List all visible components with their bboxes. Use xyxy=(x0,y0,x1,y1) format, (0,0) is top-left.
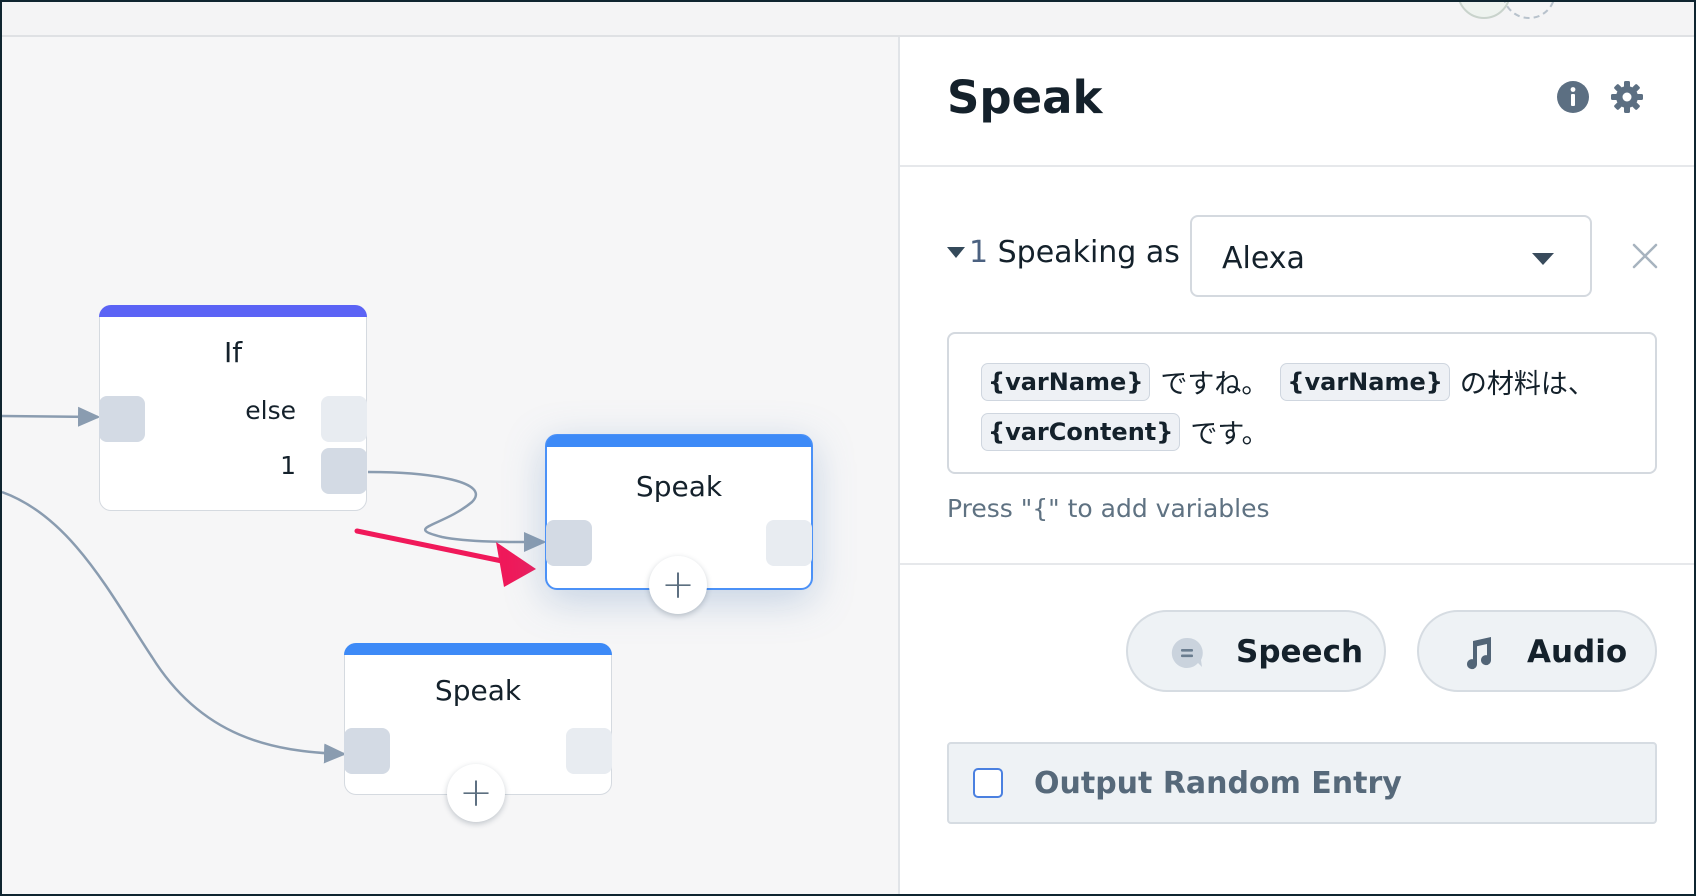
plus-icon: + xyxy=(661,562,695,608)
if-block[interactable]: If else 1 xyxy=(99,305,367,511)
speech-text-editor[interactable]: {varName} ですね。 {varName} の材料は、 {varContent}… xyxy=(947,332,1657,474)
chevron-down-icon xyxy=(1532,253,1554,265)
if-input-port[interactable] xyxy=(99,396,145,442)
speech-text-segment: です。 xyxy=(1190,419,1269,450)
variable-chip[interactable]: {varContent} xyxy=(981,412,1181,451)
speak-input-port[interactable] xyxy=(546,520,592,566)
add-audio-button[interactable]: Audio xyxy=(1417,610,1657,692)
music-note-icon xyxy=(1461,636,1495,670)
speech-line-2: {varContent} です。 xyxy=(981,412,1281,451)
speak-block-accent xyxy=(546,435,812,447)
if-block-accent xyxy=(99,305,367,317)
speech-button-label: Speech xyxy=(1236,634,1364,670)
add-step-button-lower[interactable]: + xyxy=(447,764,505,822)
voice-select[interactable]: Alexa xyxy=(1190,215,1592,297)
speak-block-title: Speak xyxy=(635,470,723,503)
speaking-as-text: Speaking as xyxy=(997,235,1180,270)
connector-if-1-to-speak xyxy=(367,470,547,553)
speak-block-lower-title: Speak xyxy=(434,674,522,707)
add-step-button[interactable]: + xyxy=(649,556,707,614)
speech-text-segment: の材料は、 xyxy=(1459,369,1595,400)
audio-button-label: Audio xyxy=(1527,634,1628,670)
panel-header: Speak xyxy=(900,37,1694,167)
voice-row: 1 Speaking as Alexa xyxy=(947,215,1667,301)
else-output-port[interactable] xyxy=(321,396,367,442)
collapse-caret-icon[interactable] xyxy=(947,247,965,258)
voice-select-value: Alexa xyxy=(1222,241,1305,276)
app-frame: If else 1 Speak + Speak + Speak 1 Speaki… xyxy=(2,2,1694,894)
speak-lower-output-port[interactable] xyxy=(566,728,612,774)
speak-block-lower[interactable]: Speak + xyxy=(344,643,612,822)
variable-chip[interactable]: {varName} xyxy=(1280,362,1450,401)
voice-index: 1 xyxy=(969,235,989,270)
else-branch-label: else xyxy=(245,396,296,425)
top-bar xyxy=(2,2,1694,37)
editor-panel: Speak 1 Speaking as Alexa {varName} ですね。… xyxy=(898,37,1694,894)
random-entry-label: Output Random Entry xyxy=(1034,766,1402,801)
variable-chip[interactable]: {varName} xyxy=(981,362,1151,401)
speak-block-lower-accent xyxy=(344,643,612,655)
speaking-as-label: 1 Speaking as xyxy=(969,235,1180,270)
speak-block-selected[interactable]: Speak + xyxy=(545,434,813,614)
output-random-entry-row[interactable]: Output Random Entry xyxy=(947,742,1657,824)
variables-hint: Press "{" to add variables xyxy=(947,494,1270,523)
section-divider xyxy=(900,563,1694,565)
random-entry-checkbox[interactable] xyxy=(973,768,1003,798)
speech-text-segment: ですね。 xyxy=(1160,369,1269,400)
info-icon[interactable] xyxy=(1556,80,1590,114)
add-speech-button[interactable]: Speech xyxy=(1126,610,1386,692)
flow-canvas[interactable]: If else 1 Speak + Speak + xyxy=(2,37,898,894)
speak-output-port[interactable] xyxy=(766,520,812,566)
branch-1-label: 1 xyxy=(280,451,296,480)
if-block-title: If xyxy=(223,336,243,369)
annotation-arrow xyxy=(354,528,536,587)
gear-icon[interactable] xyxy=(1610,80,1644,114)
branch-1-output-port[interactable] xyxy=(321,448,367,494)
connector-into-if xyxy=(2,406,101,427)
speak-lower-input-port[interactable] xyxy=(344,728,390,774)
user-avatar[interactable] xyxy=(1457,2,1511,19)
speech-bubble-icon xyxy=(1170,636,1204,670)
speech-line-1: {varName} ですね。 {varName} の材料は、 xyxy=(981,362,1607,401)
add-collaborator-avatar[interactable] xyxy=(1502,2,1556,19)
plus-icon: + xyxy=(459,770,493,816)
close-icon[interactable] xyxy=(1629,240,1661,272)
panel-title: Speak xyxy=(947,71,1103,124)
connector-to-lower-speak xyxy=(2,490,347,764)
